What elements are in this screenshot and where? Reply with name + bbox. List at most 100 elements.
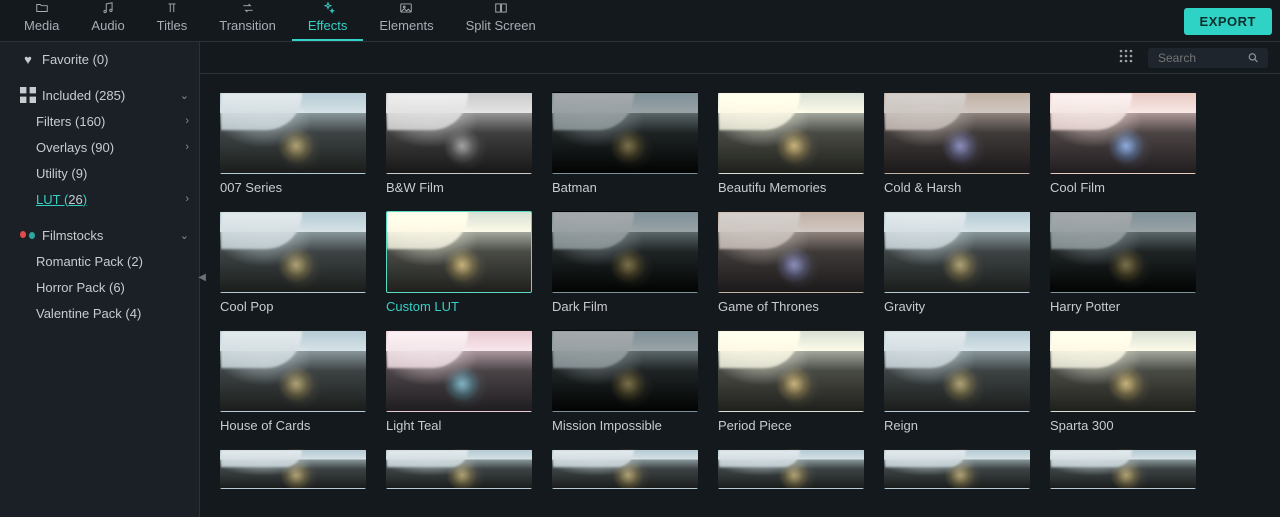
effect-card[interactable]: Harry Potter [1050, 211, 1196, 314]
effect-card[interactable]: 007 Series [220, 92, 366, 195]
effect-thumbnail [220, 330, 366, 412]
effect-thumbnail [386, 449, 532, 489]
effect-thumbnail [884, 330, 1030, 412]
effect-thumbnail [1050, 449, 1196, 489]
sidebar-item-filters[interactable]: Filters (160) › [0, 108, 199, 134]
effect-card[interactable]: Dark Film [552, 211, 698, 314]
music-icon [100, 1, 116, 15]
effect-card[interactable] [220, 449, 366, 489]
sidebar-item-label: Overlays (90) [36, 140, 179, 155]
effect-card[interactable]: Custom LUT [386, 211, 532, 314]
effect-card[interactable] [718, 449, 864, 489]
effect-thumbnail [386, 92, 532, 174]
effect-card[interactable]: Game of Thrones [718, 211, 864, 314]
effect-card[interactable]: Batman [552, 92, 698, 195]
sidebar-item-utility[interactable]: Utility (9) [0, 160, 199, 186]
search-box[interactable] [1148, 48, 1268, 68]
tab-elements[interactable]: Elements [363, 0, 449, 41]
effect-card[interactable] [1050, 449, 1196, 489]
effect-thumbnail [220, 92, 366, 174]
effect-card[interactable]: Cool Film [1050, 92, 1196, 195]
effect-label: Sparta 300 [1050, 418, 1196, 433]
effect-label: Game of Thrones [718, 299, 864, 314]
effect-label: Gravity [884, 299, 1030, 314]
effects-grid-scroll[interactable]: 007 Series B&W Film Batman Beautifu Memorie… [200, 74, 1280, 517]
effect-label: Mission Impossible [552, 418, 698, 433]
effect-label: 007 Series [220, 180, 366, 195]
sidebar-item-label: Favorite (0) [42, 52, 189, 67]
effect-thumbnail [386, 211, 532, 293]
filmstocks-icon [20, 231, 36, 240]
effect-thumbnail [552, 330, 698, 412]
tab-transition[interactable]: Transition [203, 0, 292, 41]
sidebar-item-label: Romantic Pack (2) [36, 254, 189, 269]
effect-label: Batman [552, 180, 698, 195]
effect-thumbnail [220, 449, 366, 489]
effect-label: Cool Film [1050, 180, 1196, 195]
tab-label: Effects [308, 18, 348, 33]
effect-thumbnail [386, 330, 532, 412]
sidebar-item-favorite[interactable]: ♥ Favorite (0) [0, 46, 199, 72]
chevron-down-icon: ⌄ [180, 229, 189, 242]
split-icon [493, 1, 509, 15]
effect-card[interactable]: Light Teal [386, 330, 532, 433]
effect-card[interactable]: Period Piece [718, 330, 864, 433]
sidebar-item-label: LUT (26) [36, 192, 179, 207]
sparkle-icon [320, 1, 336, 15]
tab-label: Elements [379, 18, 433, 33]
sidebar-item-romantic-pack[interactable]: Romantic Pack (2) [0, 248, 199, 274]
effect-label: Custom LUT [386, 299, 532, 314]
effect-card[interactable]: House of Cards [220, 330, 366, 433]
effect-card[interactable]: Beautifu Memories [718, 92, 864, 195]
effect-label: House of Cards [220, 418, 366, 433]
sidebar-item-valentine-pack[interactable]: Valentine Pack (4) [0, 300, 199, 326]
effect-thumbnail [718, 92, 864, 174]
sidebar-item-label: Horror Pack (6) [36, 280, 189, 295]
effect-card[interactable]: Sparta 300 [1050, 330, 1196, 433]
effect-card[interactable]: Cold & Harsh [884, 92, 1030, 195]
effect-thumbnail [1050, 330, 1196, 412]
chevron-down-icon: ⌄ [180, 89, 189, 102]
effect-label: Period Piece [718, 418, 864, 433]
effect-thumbnail [552, 92, 698, 174]
effect-thumbnail [884, 211, 1030, 293]
sidebar-item-included[interactable]: Included (285) ⌄ [0, 82, 199, 108]
effect-card[interactable]: Mission Impossible [552, 330, 698, 433]
effect-card[interactable] [552, 449, 698, 489]
image-icon [398, 1, 414, 15]
collapse-sidebar-handle[interactable]: ◀ [198, 272, 206, 283]
effect-thumbnail [718, 211, 864, 293]
folder-icon [34, 1, 50, 15]
heart-icon: ♥ [20, 52, 36, 67]
tab-audio[interactable]: Audio [75, 0, 140, 41]
effect-label: Reign [884, 418, 1030, 433]
effect-card[interactable] [884, 449, 1030, 489]
tab-label: Media [24, 18, 59, 33]
export-button[interactable]: EXPORT [1184, 8, 1272, 35]
effect-thumbnail [220, 211, 366, 293]
sidebar: ♥ Favorite (0) Included (285) ⌄ Filters … [0, 42, 200, 517]
effect-thumbnail [718, 330, 864, 412]
effect-label: Dark Film [552, 299, 698, 314]
tab-titles[interactable]: Titles [141, 0, 204, 41]
effect-thumbnail [1050, 211, 1196, 293]
effect-card[interactable]: B&W Film [386, 92, 532, 195]
tab-label: Split Screen [466, 18, 536, 33]
effect-card[interactable] [386, 449, 532, 489]
grid-view-button[interactable] [1114, 46, 1138, 69]
sidebar-item-overlays[interactable]: Overlays (90) › [0, 134, 199, 160]
tab-split-screen[interactable]: Split Screen [450, 0, 552, 41]
effect-card[interactable]: Cool Pop [220, 211, 366, 314]
tab-label: Titles [157, 18, 188, 33]
effect-card[interactable]: Gravity [884, 211, 1030, 314]
effect-thumbnail [552, 449, 698, 489]
effect-card[interactable]: Reign [884, 330, 1030, 433]
effect-label: Harry Potter [1050, 299, 1196, 314]
sidebar-item-horror-pack[interactable]: Horror Pack (6) [0, 274, 199, 300]
sidebar-item-filmstocks[interactable]: Filmstocks ⌄ [0, 222, 199, 248]
tab-media[interactable]: Media [8, 0, 75, 41]
text-icon [164, 1, 180, 15]
search-input[interactable] [1158, 51, 1248, 65]
sidebar-item-lut[interactable]: LUT (26) › [0, 186, 199, 212]
tab-effects[interactable]: Effects [292, 0, 364, 41]
